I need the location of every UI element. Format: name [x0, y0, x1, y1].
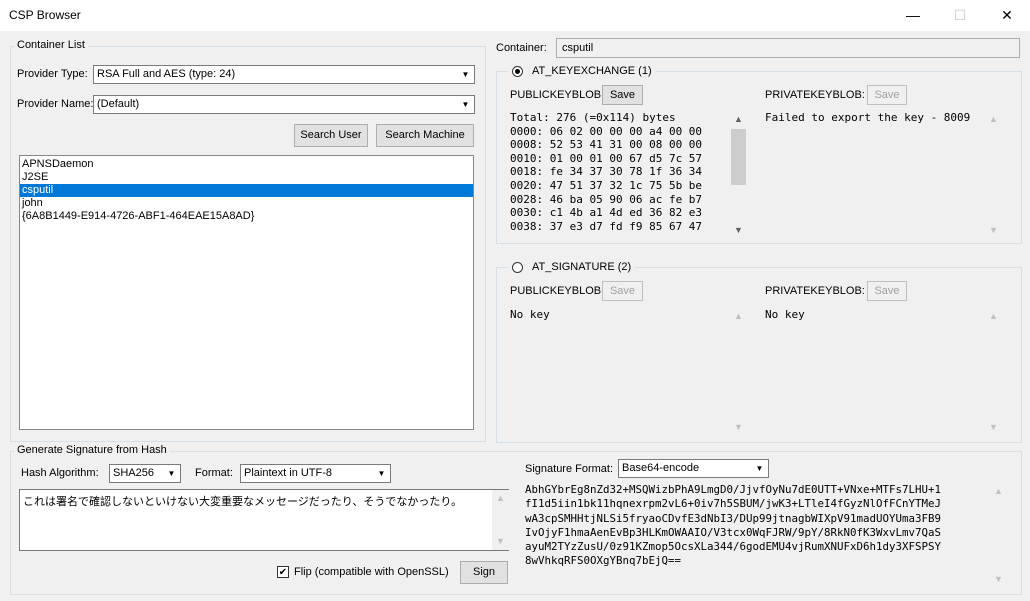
provider-name-value: (Default) [97, 98, 140, 110]
keyexchange-public-text[interactable]: Total: 276 (=0x114) bytes 0000: 06 02 00… [510, 111, 730, 237]
container-list-legend: Container List [14, 39, 88, 52]
list-item[interactable]: J2SE [20, 171, 473, 184]
keyexchange-public-scrollbar[interactable]: ▲ ▼ [730, 111, 747, 239]
list-item-selected[interactable]: csputil [20, 184, 473, 197]
search-user-button[interactable]: Search User [294, 124, 368, 147]
scroll-up-icon: ▲ [989, 311, 998, 321]
close-button[interactable]: ✕ [984, 0, 1030, 31]
hash-algorithm-label: Hash Algorithm: [21, 467, 99, 479]
keyexchange-private-save-button: Save [867, 85, 907, 105]
flip-checkbox[interactable]: ✔ [277, 566, 289, 578]
keyexchange-public-save-button[interactable]: Save [602, 85, 643, 105]
list-item[interactable]: APNSDaemon [20, 158, 473, 171]
message-text: これは署名で確認しないといけない大変重要なメッセージだったり、そうでなかったり。 [23, 496, 463, 508]
scroll-down-icon: ▼ [989, 225, 998, 235]
provider-name-label: Provider Name: [17, 98, 94, 110]
scroll-down-icon: ▼ [994, 574, 1003, 584]
dropdown-arrow-icon: ▼ [372, 465, 390, 482]
signature-format-select[interactable]: Base64-encode ▼ [618, 459, 769, 478]
signature-private-label: PRIVATEKEYBLOB: [765, 285, 865, 297]
sign-button[interactable]: Sign [460, 561, 508, 584]
signature-format-value: Base64-encode [622, 462, 700, 474]
container-value: csputil [562, 42, 594, 54]
keyexchange-radio[interactable] [512, 66, 523, 77]
keyexchange-legend[interactable]: AT_KEYEXCHANGE (1) [508, 65, 656, 78]
dropdown-arrow-icon: ▼ [456, 96, 474, 113]
provider-type-label: Provider Type: [17, 68, 88, 80]
maximize-button: ☐ [953, 7, 967, 23]
provider-name-select[interactable]: (Default) ▼ [93, 95, 475, 114]
signature-key-radio[interactable] [512, 262, 523, 273]
dropdown-arrow-icon: ▼ [456, 66, 474, 83]
message-input[interactable]: これは署名で確認しないといけない大変重要なメッセージだったり、そうでなかったり。… [19, 489, 509, 551]
signature-private-text[interactable]: No key [765, 308, 985, 434]
scroll-up-icon: ▲ [496, 493, 505, 503]
container-label: Container: [496, 42, 547, 54]
list-item[interactable]: {6A8B1449-E914-4726-ABF1-464EAE15A8AD} [20, 210, 473, 223]
search-machine-button[interactable]: Search Machine [376, 124, 474, 147]
scroll-up-icon: ▲ [734, 311, 743, 321]
list-item[interactable]: john [20, 197, 473, 210]
keyexchange-radio-label[interactable]: AT_KEYEXCHANGE (1) [511, 65, 652, 77]
scroll-up-icon[interactable]: ▲ [730, 111, 747, 128]
scroll-down-icon: ▼ [734, 422, 743, 432]
signature-format-label: Signature Format: [525, 463, 614, 475]
minimize-button[interactable]: — [890, 0, 936, 31]
signature-output[interactable]: AbhGYbrEg8nZd32+MSQWizbPhA9LmgD0/JjvfOyN… [525, 483, 985, 587]
generate-signature-legend: Generate Signature from Hash [14, 444, 170, 457]
radio-dot-icon [515, 69, 520, 74]
scrollbar-thumb[interactable] [731, 129, 746, 185]
title-bar: CSP Browser — ☐ ✕ [0, 0, 1030, 31]
container-field: csputil [556, 38, 1020, 58]
provider-type-select[interactable]: RSA Full and AES (type: 24) ▼ [93, 65, 475, 84]
hash-algorithm-select[interactable]: SHA256 ▼ [109, 464, 181, 483]
signature-public-save-button: Save [602, 281, 643, 301]
format-value: Plaintext in UTF-8 [244, 467, 333, 479]
keyexchange-private-scrollbar: ▲ ▼ [985, 111, 1002, 239]
keyexchange-public-label: PUBLICKEYBLOB: [510, 89, 605, 101]
scroll-down-icon: ▼ [496, 536, 505, 546]
signature-public-label: PUBLICKEYBLOB: [510, 285, 605, 297]
dropdown-arrow-icon: ▼ [750, 460, 768, 477]
signature-private-save-button: Save [867, 281, 907, 301]
scroll-down-icon[interactable]: ▼ [730, 222, 747, 239]
format-select[interactable]: Plaintext in UTF-8 ▼ [240, 464, 391, 483]
hash-algorithm-value: SHA256 [113, 467, 154, 479]
message-scrollbar: ▲ ▼ [492, 490, 509, 550]
signature-key-radio-label[interactable]: AT_SIGNATURE (2) [511, 261, 631, 273]
scroll-up-icon: ▲ [994, 486, 1003, 496]
scroll-down-icon: ▼ [989, 422, 998, 432]
keyexchange-private-label: PRIVATEKEYBLOB: [765, 89, 865, 101]
signature-public-scrollbar: ▲ ▼ [730, 308, 747, 436]
flip-label[interactable]: Flip (compatible with OpenSSL) [294, 566, 449, 579]
scroll-up-icon: ▲ [989, 114, 998, 124]
signature-public-text[interactable]: No key [510, 308, 730, 434]
signature-key-legend[interactable]: AT_SIGNATURE (2) [508, 261, 636, 274]
window-title: CSP Browser [9, 8, 81, 22]
keyexchange-private-text[interactable]: Failed to export the key - 8009 [765, 111, 985, 237]
provider-type-value: RSA Full and AES (type: 24) [97, 68, 236, 80]
signature-output-scrollbar: ▲ ▼ [990, 483, 1007, 588]
check-icon: ✔ [278, 567, 288, 578]
dropdown-arrow-icon: ▼ [162, 465, 180, 482]
format-label: Format: [195, 467, 233, 479]
container-listbox[interactable]: APNSDaemon J2SE csputil john {6A8B1449-E… [19, 155, 474, 430]
signature-private-scrollbar: ▲ ▼ [985, 308, 1002, 436]
